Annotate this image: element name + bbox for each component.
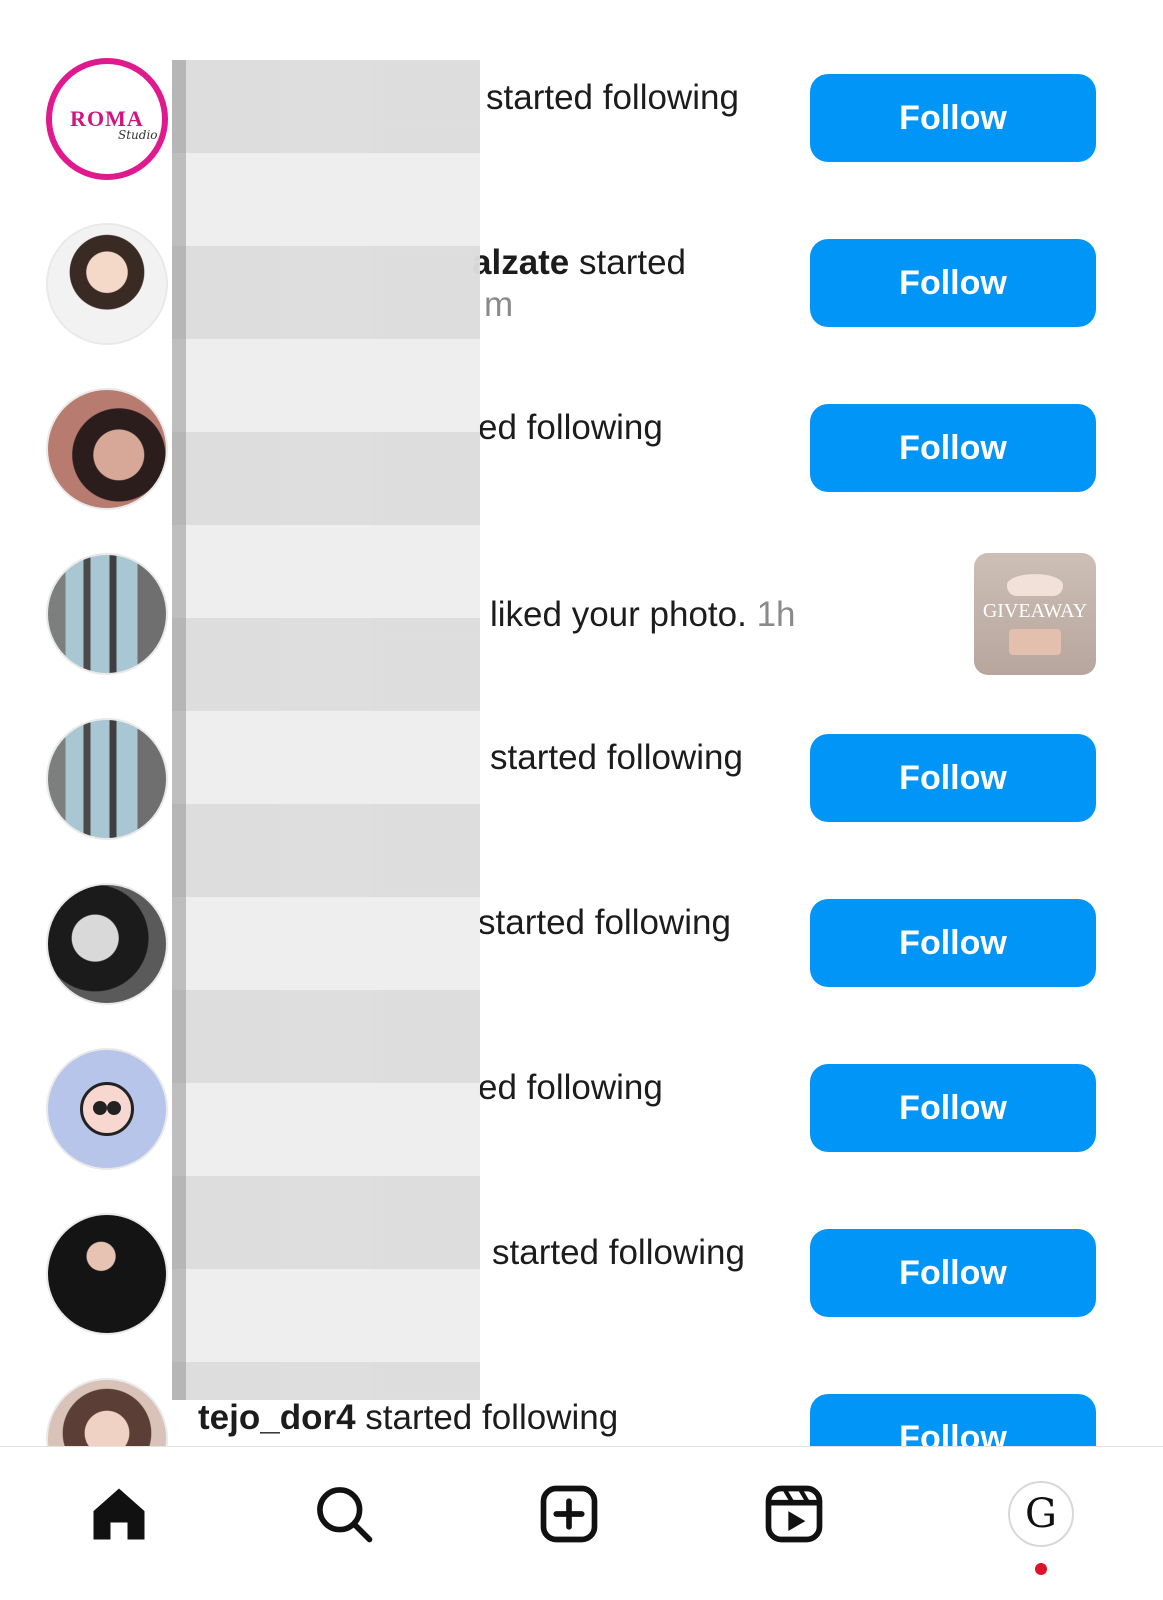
notification-row[interactable]: started following Follow — [0, 1213, 1163, 1381]
notification-text: ed following — [478, 406, 663, 450]
notification-text: liked your photo. 1h — [490, 593, 796, 637]
bottom-tab-bar: G — [0, 1446, 1163, 1600]
notification-action-text: ed following — [478, 1068, 663, 1107]
gift-ribbon — [1007, 573, 1063, 596]
notification-row[interactable]: liked your photo. 1h GIVEAWAY — [0, 553, 1163, 721]
thumbnail-text: GIVEAWAY — [982, 599, 1088, 622]
avatar[interactable] — [46, 883, 168, 1005]
notification-username[interactable]: alzate — [472, 243, 569, 282]
follow-button[interactable]: Follow — [810, 899, 1096, 987]
follow-button[interactable]: Follow — [810, 1394, 1096, 1446]
notification-row[interactable]: alzate started m Follow — [0, 223, 1163, 391]
cartoon-face-icon — [80, 1082, 134, 1136]
notification-text: started following — [478, 901, 731, 945]
home-icon — [93, 1488, 145, 1540]
profile-avatar: G — [1025, 1491, 1057, 1537]
avatar[interactable] — [46, 553, 168, 675]
avatar[interactable] — [46, 1378, 168, 1446]
notification-action-text: started — [569, 243, 687, 282]
search-icon — [317, 1487, 373, 1543]
reels-tab[interactable] — [759, 1479, 829, 1549]
profile-tab[interactable]: G — [1008, 1481, 1074, 1547]
notification-action-text: started following — [490, 738, 743, 777]
avatar[interactable] — [46, 718, 168, 840]
notification-action-text: started following — [492, 1233, 745, 1272]
notification-text: ed following — [478, 1066, 663, 1110]
avatar[interactable] — [46, 1048, 168, 1170]
notification-time: 1h — [756, 595, 796, 634]
notification-text: alzate started — [472, 241, 686, 285]
notification-row[interactable]: ed following Follow — [0, 1048, 1163, 1216]
notification-time: m — [484, 285, 514, 324]
notification-text: tejo_dor4 started following — [198, 1396, 618, 1440]
notification-action-text: started following — [478, 903, 731, 942]
follow-button[interactable]: Follow — [810, 1229, 1096, 1317]
notification-row[interactable]: started following Follow — [0, 883, 1163, 1051]
post-thumbnail[interactable]: GIVEAWAY — [974, 553, 1096, 675]
notification-action-text: liked your photo. — [490, 595, 747, 634]
notification-text: started following — [492, 1231, 745, 1275]
avatar[interactable] — [46, 388, 168, 510]
avatar[interactable] — [46, 223, 168, 345]
notification-row[interactable]: ed following Follow — [0, 388, 1163, 556]
follow-button[interactable]: Follow — [810, 1064, 1096, 1152]
reels-icon — [765, 1485, 823, 1543]
create-icon — [540, 1485, 598, 1543]
notification-username[interactable]: tejo_dor4 — [198, 1398, 356, 1437]
follow-button[interactable]: Follow — [810, 74, 1096, 162]
notification-action-text: started following — [486, 78, 739, 117]
roma-logo-sub: Studio — [118, 128, 158, 142]
activity-feed: ROMA Studio started following Follow alz… — [0, 0, 1163, 1446]
home-tab[interactable] — [84, 1479, 154, 1549]
notification-action-text: ed following — [478, 408, 663, 447]
notification-action-text: started following — [355, 1398, 619, 1437]
follow-button[interactable]: Follow — [810, 404, 1096, 492]
follow-button[interactable]: Follow — [810, 734, 1096, 822]
notification-dot — [1035, 1563, 1047, 1575]
follow-button[interactable]: Follow — [810, 239, 1096, 327]
create-tab[interactable] — [534, 1479, 604, 1549]
notification-row[interactable]: started following Follow — [0, 718, 1163, 886]
gift-box — [1009, 628, 1061, 655]
notification-row[interactable]: tejo_dor4 started following Follow — [0, 1378, 1163, 1446]
notification-text: started following — [486, 76, 739, 120]
avatar[interactable]: ROMA Studio — [46, 58, 168, 180]
notification-text: started following — [490, 736, 743, 780]
avatar[interactable] — [46, 1213, 168, 1335]
notification-row[interactable]: ROMA Studio started following Follow — [0, 58, 1163, 226]
search-tab[interactable] — [309, 1479, 379, 1549]
